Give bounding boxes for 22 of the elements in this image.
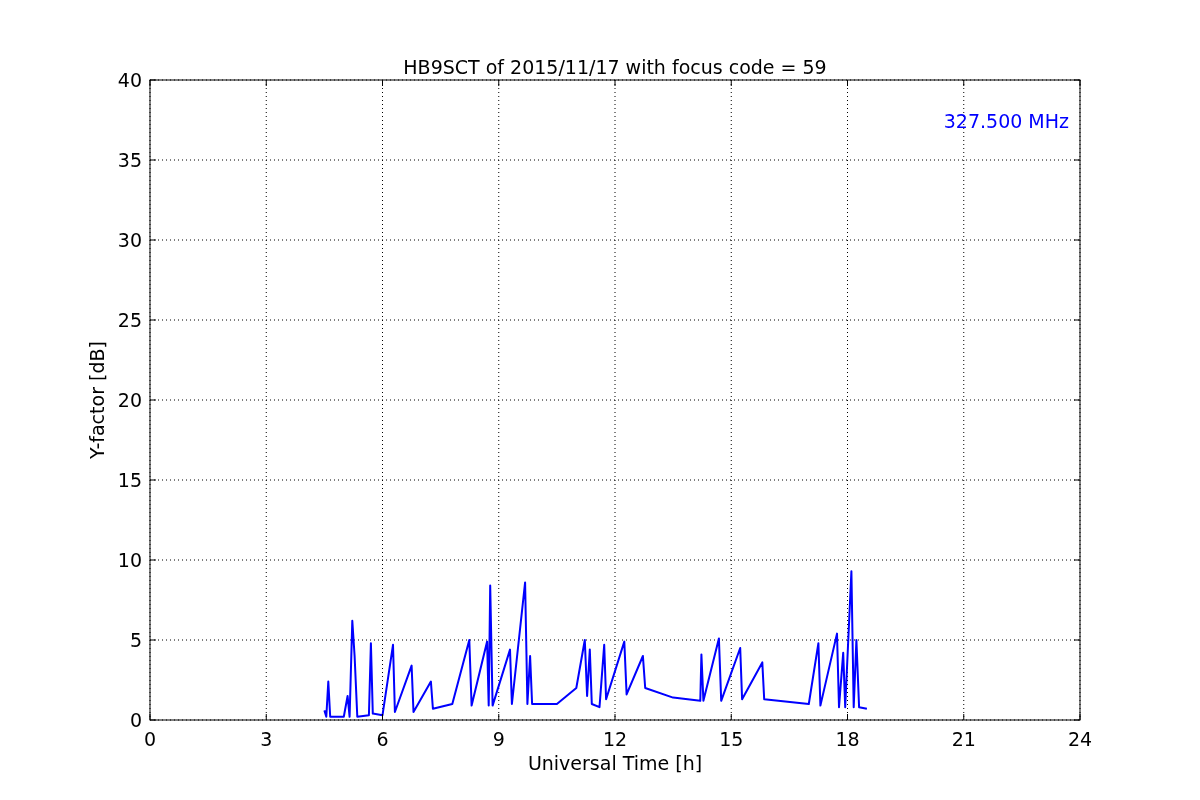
- y-tick-label: 35: [117, 149, 142, 171]
- x-tick-label: 18: [835, 728, 860, 750]
- x-tick-label: 9: [492, 728, 505, 750]
- chart-title: HB9SCT of 2015/11/17 with focus code = 59: [403, 56, 827, 78]
- y-tick-label: 10: [117, 549, 142, 571]
- y-tick-label: 20: [117, 389, 142, 411]
- x-tick-label: 0: [143, 728, 157, 750]
- x-axis-label: Universal Time [h]: [527, 752, 703, 774]
- y-tick-label: 25: [117, 309, 142, 331]
- y-tick-label: 15: [117, 469, 142, 491]
- x-tick-label: 21: [951, 728, 976, 750]
- x-tick-label: 3: [260, 728, 273, 750]
- x-tick-label: 6: [376, 728, 389, 750]
- y-tick-label: 0: [129, 709, 142, 731]
- y-tick-label: 40: [117, 69, 142, 91]
- frequency-annotation: 327.500 MHz: [943, 110, 1069, 132]
- x-tick-label: 24: [1067, 728, 1093, 750]
- x-tick-label: 15: [719, 728, 744, 750]
- y-axis-label: Y-factor [dB]: [86, 341, 108, 459]
- y-tick-label: 30: [117, 229, 142, 251]
- x-tick-label: 12: [602, 728, 628, 750]
- y-tick-label: 5: [129, 629, 142, 651]
